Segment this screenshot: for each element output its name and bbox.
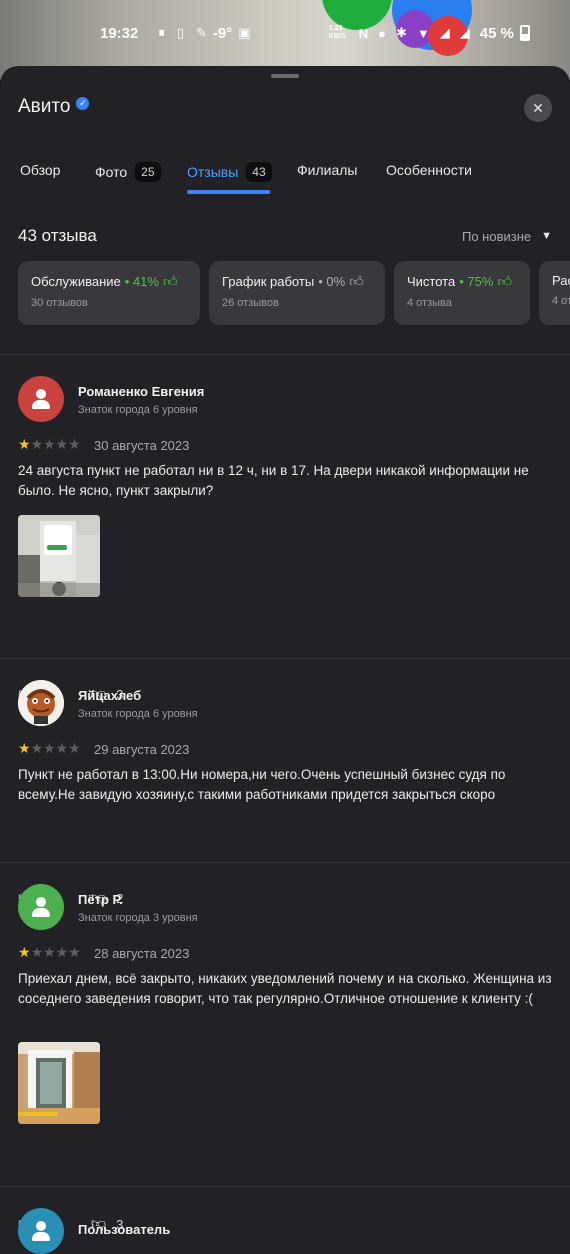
tab-label: Филиалы [297, 162, 358, 178]
do-not-disturb-icon: ✎ [196, 25, 207, 40]
review-author[interactable]: Романенко Евгения [78, 384, 204, 399]
bluetooth-icon: ✱ [396, 25, 407, 40]
place-sheet: Авито ✓ ✕ Обзор Фото 25 Отзывы 43 Филиал… [0, 66, 570, 1254]
close-icon: ✕ [532, 99, 544, 116]
divider [0, 862, 570, 863]
tab-badge: 25 [135, 162, 161, 182]
thumbs-up-icon: 👍︎ [349, 273, 364, 289]
review-author-level: Знаток города 3 уровня [78, 912, 198, 924]
chip-cleanliness[interactable]: Чистота • 75% 👍︎ 4 отзыва [394, 261, 530, 325]
signal-icon-2: ◢ [459, 25, 470, 40]
cartoon-avatar-icon [18, 680, 64, 726]
nfc-icon: N [358, 25, 369, 41]
tab-label: Отзывы [187, 164, 239, 180]
status-temperature: -9° [212, 24, 233, 42]
divider [0, 1186, 570, 1187]
chip-label: Чистота [407, 274, 456, 289]
reviews-count: 43 отзыва [18, 226, 97, 245]
tab-label: Фото [95, 164, 128, 180]
rating-stars: ★★★★★ [18, 436, 81, 452]
verified-icon: ✓ [76, 96, 90, 110]
tab-label: Обзор [20, 162, 61, 178]
battery-icon [520, 25, 530, 41]
review-author-level: Знаток города 6 уровня [78, 404, 198, 416]
thumbs-up-icon: 👍︎ [497, 273, 513, 289]
tab-overview[interactable]: Обзор [20, 162, 60, 178]
review-date: 29 августа 2023 [94, 742, 190, 757]
divider [0, 354, 570, 355]
review-text: 24 августа пункт не работал ни в 12 ч, н… [18, 463, 529, 498]
aspect-chips: Обслуживание • 41% 👍︎ 30 отзывов График … [18, 261, 570, 325]
tab-badge: 43 [246, 162, 272, 182]
chevron-down-icon: ▼ [541, 230, 552, 242]
review-date: 28 августа 2023 [94, 946, 190, 961]
chip-partial[interactable]: Рас 4 от [539, 261, 570, 325]
chip-label: График работы [222, 274, 315, 289]
avatar[interactable] [18, 680, 64, 726]
active-tab-indicator [187, 190, 270, 194]
tab-reviews[interactable]: Отзывы 43 [187, 162, 272, 182]
image-icon: ▣ [238, 25, 251, 40]
sort-label: По новизне [461, 228, 532, 244]
tab-label: Особенности [386, 162, 472, 178]
network-speed: 1.23 KB/S [328, 25, 346, 40]
review-author[interactable]: Пётр Р. [78, 892, 123, 907]
review-date: 30 августа 2023 [94, 438, 190, 453]
review-author-level: Знаток города 6 уровня [78, 708, 198, 720]
chip-count: 4 от [552, 295, 570, 307]
close-button[interactable]: ✕ [524, 94, 552, 122]
chip-count: 30 отзывов [31, 297, 88, 309]
rating-stars: ★★★★★ [18, 944, 81, 960]
review-photo[interactable] [18, 1042, 100, 1124]
avatar[interactable] [18, 1208, 64, 1254]
rating-stars: ★★★★★ [18, 740, 81, 756]
signal-icon: ◢ [439, 25, 450, 40]
reviews-header: 43 отзыва По новизне ▼ [18, 226, 552, 246]
tab-branches[interactable]: Филиалы [297, 162, 357, 178]
avatar[interactable] [18, 376, 64, 422]
chip-label: Рас [552, 273, 570, 288]
review-text: Приехал днем, всё закрыто, никаких уведо… [18, 971, 552, 1006]
battery-percent: 45 % [479, 24, 514, 42]
page-title: Авито [18, 96, 71, 117]
chip-service[interactable]: Обслуживание • 41% 👍︎ 30 отзывов [18, 261, 200, 325]
chip-percent: 0% [326, 274, 346, 289]
tab-bar: Обзор Фото 25 Отзывы 43 Филиалы Особенно… [0, 154, 570, 194]
thumbs-up-icon: 👍︎ [162, 273, 178, 289]
vibrate-icon: ▯ [176, 25, 185, 40]
chip-schedule[interactable]: График работы • 0% 👍︎ 26 отзывов [209, 261, 385, 325]
review-text: Пункт не работал в 13:00.Ни номера,ни че… [18, 767, 506, 802]
tab-features[interactable]: Особенности [386, 162, 472, 178]
user-icon [30, 388, 52, 410]
chip-percent: 75% [467, 274, 494, 289]
sort-dropdown[interactable]: По новизне ▼ [462, 229, 552, 244]
location-icon: ● [378, 25, 387, 41]
drag-handle[interactable] [271, 74, 299, 78]
chip-count: 26 отзывов [222, 297, 279, 309]
chip-label: Обслуживание [31, 274, 121, 289]
header: Авито ✓ [18, 96, 90, 118]
chip-percent: 41% [132, 274, 159, 289]
user-icon [30, 896, 52, 918]
tab-photos[interactable]: Фото 25 [95, 162, 161, 182]
status-time: 19:32 [100, 24, 139, 42]
pause-icon: ⏸ [158, 25, 165, 40]
status-bar: 19:32 ⏸ ▯ ✎ -9° ▣ 1.23 KB/S N ● ✱ ▼ ◢ ◢ … [0, 0, 570, 66]
avatar[interactable] [18, 884, 64, 930]
wifi-icon: ▼ [416, 25, 430, 41]
divider [0, 658, 570, 659]
review-author[interactable]: Пользователь [78, 1222, 170, 1237]
chip-count: 4 отзыва [407, 297, 452, 309]
review-author[interactable]: Яйцахлеб [78, 688, 141, 703]
review-photo[interactable] [18, 515, 100, 597]
user-icon [30, 1220, 52, 1242]
